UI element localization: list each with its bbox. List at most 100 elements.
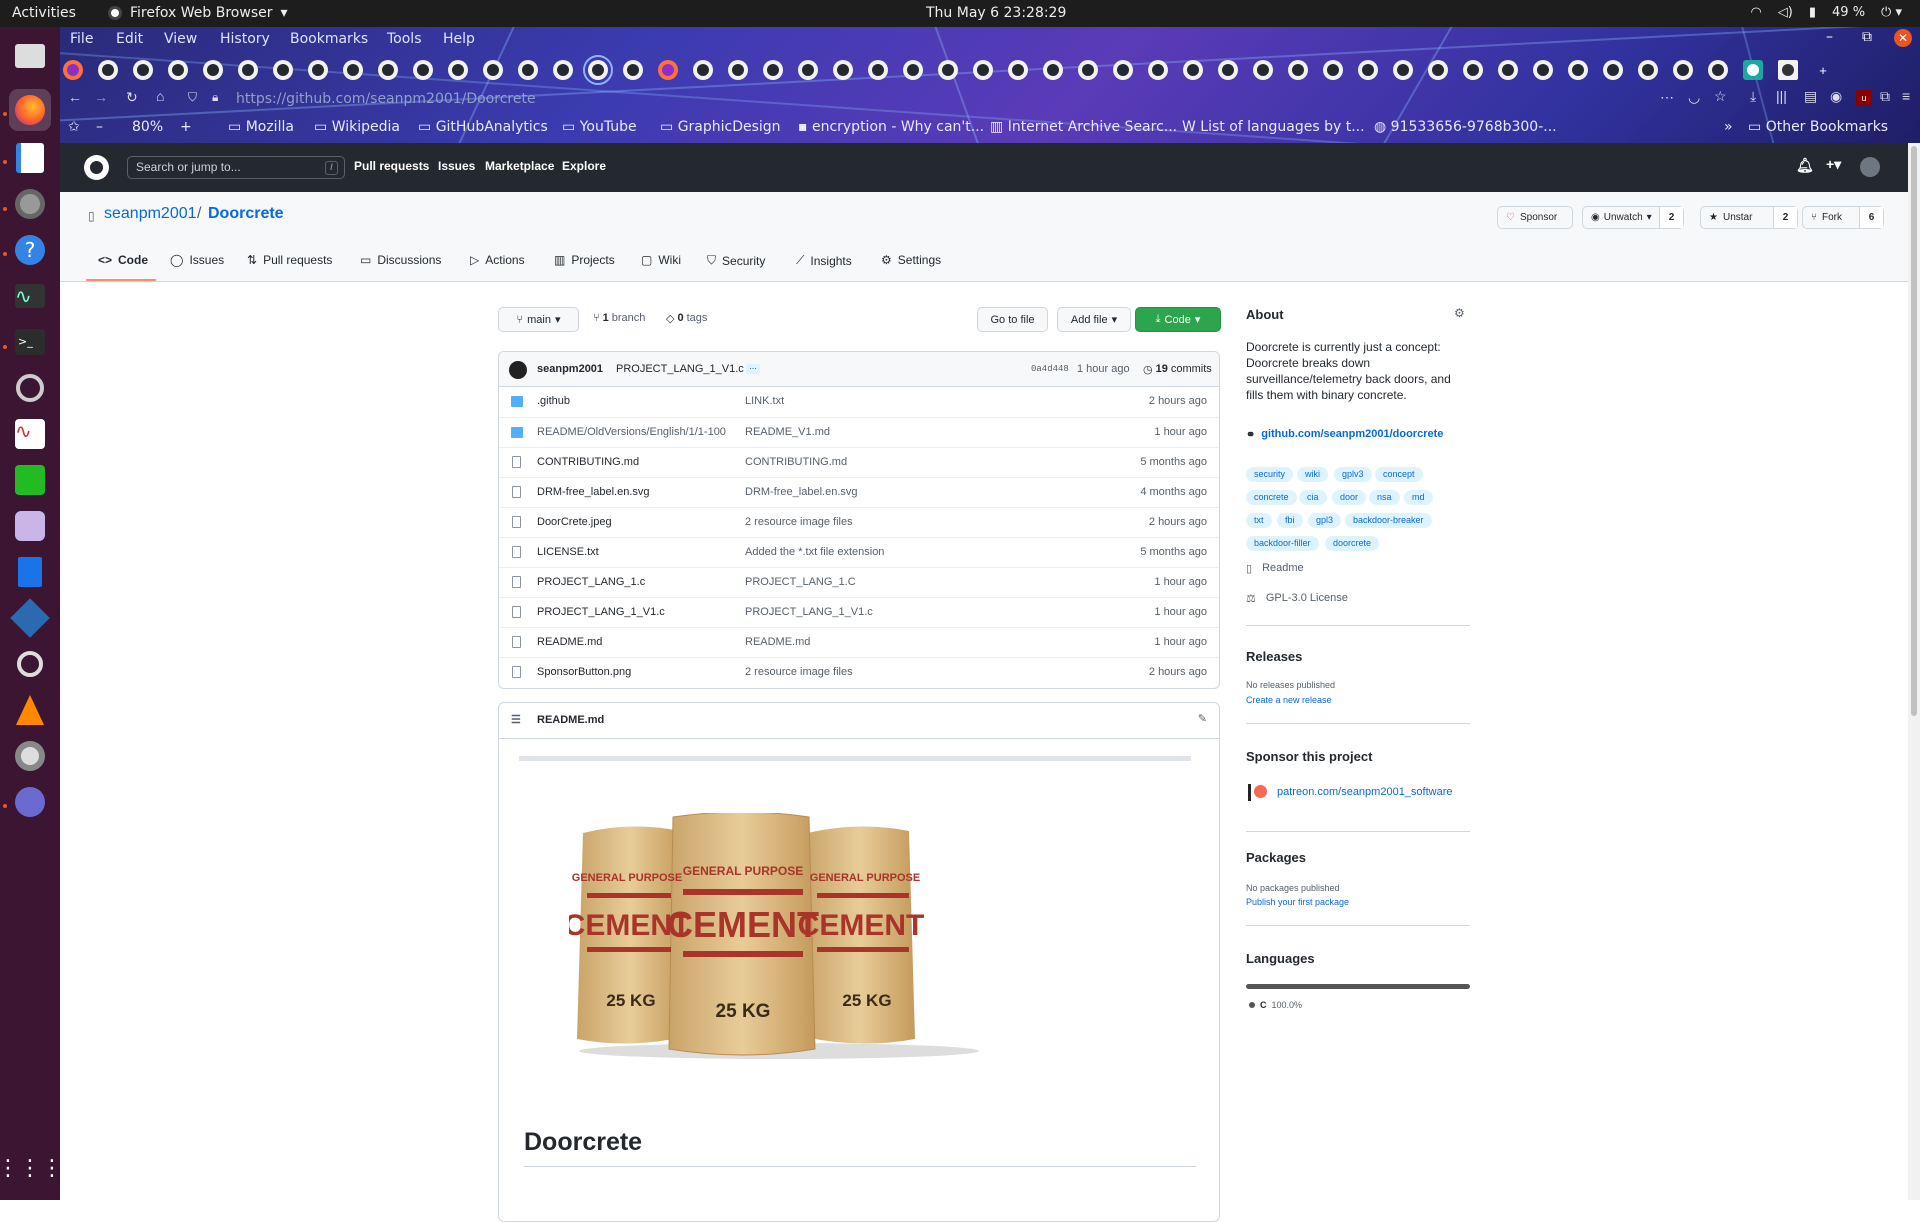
help-icon[interactable]: ?	[9, 229, 51, 271]
system-monitor-icon[interactable]: ∿	[9, 275, 51, 317]
bookmark-encryption[interactable]: ▪ encryption - Why can't...	[798, 119, 984, 135]
terminal-icon[interactable]: >_	[9, 321, 51, 363]
browser-tab[interactable]	[273, 60, 293, 80]
repo-name[interactable]: Doorcrete	[208, 205, 284, 223]
file-name[interactable]: PROJECT_LANG_1_V1.c	[537, 606, 665, 618]
browser-tab[interactable]	[1393, 60, 1413, 80]
bookmark-image-link[interactable]: ◍ 91533656-9768b300-...	[1374, 119, 1557, 135]
file-name[interactable]: DoorCrete.jpeg	[537, 516, 612, 528]
commits-link[interactable]: ◷ 19 commits	[1143, 363, 1212, 376]
file-row[interactable]: .github LINK.txt 2 hours ago	[499, 387, 1219, 417]
browser-tab[interactable]	[583, 55, 613, 85]
github-logo-icon[interactable]	[84, 155, 109, 180]
file-row[interactable]: PROJECT_LANG_1.c PROJECT_LANG_1.C 1 hour a…	[499, 567, 1219, 597]
file-row[interactable]: SponsorButton.png 2 resource image files 2…	[499, 657, 1219, 687]
tab-settings[interactable]: ⚙ Settings	[881, 253, 941, 267]
file-name[interactable]: CONTRIBUTING.md	[537, 456, 639, 468]
tab-discussions[interactable]: ▭ Discussions	[360, 253, 441, 267]
nav-pull-requests[interactable]: Pull requests	[354, 159, 429, 173]
menu-history[interactable]: History	[220, 31, 270, 47]
tab-actions[interactable]: ▷ Actions	[470, 253, 525, 267]
minimize-icon[interactable]: –	[1826, 29, 1833, 45]
file-commit-message[interactable]: PROJECT_LANG_1.C	[745, 576, 856, 588]
browser-tab[interactable]	[1113, 60, 1133, 80]
bookmark-graphicdesign[interactable]: ▭ GraphicDesign	[660, 119, 781, 135]
bookmark-list-of-languages[interactable]: W List of languages by t...	[1182, 119, 1365, 135]
topic-tag[interactable]: wiki	[1297, 467, 1328, 482]
menu-tools[interactable]: Tools	[387, 31, 422, 47]
browser-tab[interactable]	[798, 60, 818, 80]
record-icon[interactable]	[9, 735, 51, 777]
browser-tab[interactable]	[133, 60, 153, 80]
nav-explore[interactable]: Explore	[562, 159, 606, 173]
more-actions-icon[interactable]: ⋯	[1660, 89, 1674, 106]
file-commit-message[interactable]: README.md	[745, 636, 810, 648]
virtualbox-icon[interactable]	[9, 597, 51, 639]
file-name[interactable]: .github	[537, 395, 570, 407]
menu-file[interactable]: File	[70, 31, 93, 47]
file-row[interactable]: LICENSE.txt Added the *.txt file extensio…	[499, 537, 1219, 567]
browser-tab[interactable]	[168, 60, 188, 80]
browser-tab[interactable]	[1323, 60, 1343, 80]
system-tray[interactable]: ◠ ◁) ▮ 49 % ⏻ ▾	[1750, 5, 1902, 20]
tab-insights[interactable]: ⟋ Insights	[796, 253, 852, 268]
edit-pencil-icon[interactable]: ✎	[1198, 712, 1207, 725]
commit-message[interactable]: PROJECT_LANG_1_V1.c	[616, 363, 744, 375]
app-menu[interactable]: Firefox Web Browser ▾	[108, 5, 288, 21]
browser-tab[interactable]	[1673, 60, 1693, 80]
file-name[interactable]: SponsorButton.png	[537, 666, 631, 678]
topic-tag[interactable]: fbi	[1277, 513, 1303, 528]
browser-tab[interactable]	[1708, 60, 1728, 80]
firefox-dock-icon[interactable]	[9, 89, 51, 131]
fork-count[interactable]: 6	[1859, 207, 1883, 228]
bookmark-mozilla[interactable]: ▭ Mozilla	[228, 119, 294, 135]
tab-projects[interactable]: ▥ Projects	[554, 253, 615, 267]
nav-issues[interactable]: Issues	[438, 159, 475, 173]
close-window-icon[interactable]: ✕	[1894, 29, 1912, 47]
settings-icon[interactable]	[9, 183, 51, 225]
user-icon[interactable]	[9, 781, 51, 823]
account-icon[interactable]: ◉	[1830, 88, 1842, 105]
fork-button[interactable]: ⑂ Fork 6	[1802, 206, 1884, 229]
file-name[interactable]: README.md	[537, 636, 602, 648]
browser-tab[interactable]	[343, 60, 363, 80]
bookmark-githubanalytics[interactable]: ▭ GitHubAnalytics	[418, 119, 548, 135]
browser-tab[interactable]	[1358, 60, 1378, 80]
document-icon[interactable]	[9, 551, 51, 593]
topic-tag[interactable]: concrete	[1246, 490, 1297, 505]
library-icon[interactable]: |||	[1776, 88, 1787, 104]
browser-tab[interactable]	[1638, 60, 1658, 80]
extensions-icon[interactable]: ⧉	[1880, 88, 1890, 105]
topic-tag[interactable]: gpl3	[1308, 513, 1342, 528]
browser-tab[interactable]	[833, 60, 853, 80]
topic-tag[interactable]: backdoor-breaker	[1345, 513, 1432, 528]
browser-tab[interactable]	[1148, 60, 1168, 80]
branch-selector[interactable]: ⑂ main ▾	[498, 307, 579, 332]
browser-tab[interactable]	[1603, 60, 1623, 80]
browser-tab[interactable]	[98, 60, 118, 80]
topic-tag[interactable]: door	[1332, 490, 1367, 505]
topic-tag[interactable]: nsa	[1369, 490, 1400, 505]
browser-tab[interactable]	[1743, 60, 1763, 80]
language-item-c[interactable]: C 100.0%	[1249, 1000, 1302, 1010]
add-file-button[interactable]: Add file ▾	[1057, 307, 1131, 332]
tab-code[interactable]: <> Code	[98, 253, 148, 267]
browser-tab[interactable]	[1043, 60, 1063, 80]
topic-tag[interactable]: doorcrete	[1325, 536, 1380, 551]
tags-link[interactable]: ◇ 0 tags	[666, 312, 707, 325]
commit-sha[interactable]: 0a4d448	[1031, 364, 1069, 374]
forward-icon[interactable]: →	[94, 89, 108, 105]
file-row[interactable]: DRM-free_label.en.svg DRM-free_label.en.s…	[499, 477, 1219, 507]
browser-tab[interactable]	[1183, 60, 1203, 80]
about-settings-gear-icon[interactable]: ⚙	[1454, 306, 1465, 320]
plus-dropdown-icon[interactable]: +▾	[1826, 156, 1841, 173]
commit-author[interactable]: seanpm2001	[537, 363, 603, 375]
tab-issues[interactable]: ◯ Issues	[170, 253, 224, 267]
file-row[interactable]: README.md README.md 1 hour ago	[499, 627, 1219, 657]
browser-tab[interactable]	[63, 60, 83, 80]
tab-security[interactable]: ⛉ Security	[707, 253, 765, 268]
go-to-file-button[interactable]: Go to file	[977, 307, 1048, 332]
file-name[interactable]: README/OldVersions/English/1/1-100	[537, 426, 726, 438]
browser-tab[interactable]	[1463, 60, 1483, 80]
browser-tab[interactable]	[483, 60, 503, 80]
